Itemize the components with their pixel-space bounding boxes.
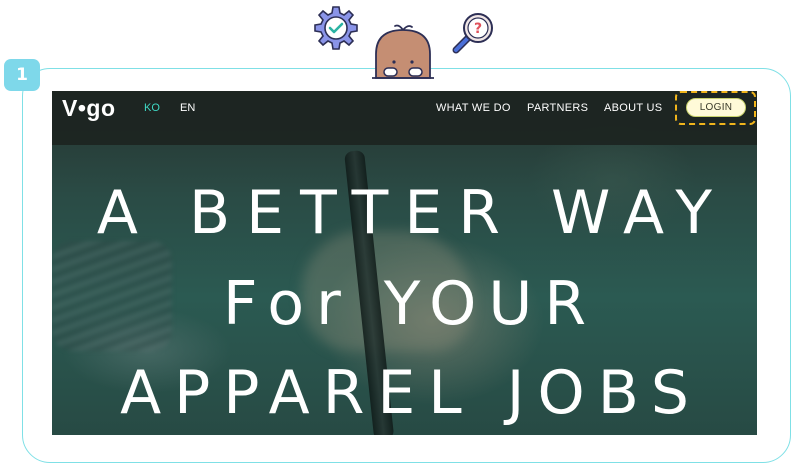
gear-check-icon: [314, 6, 358, 50]
hero-line-2: For YOUR: [222, 269, 599, 339]
mascot-icon: [372, 24, 434, 79]
top-nav: V•go KO EN WHAT WE DO PARTNERS ABOUT US …: [52, 91, 757, 145]
nav-link-partners[interactable]: PARTNERS: [527, 102, 588, 114]
nav-link-about-us[interactable]: ABOUT US: [604, 102, 662, 114]
language-en[interactable]: EN: [180, 102, 195, 114]
hero-line-3: APPAREL JOBS: [120, 358, 702, 428]
login-button[interactable]: LOGIN: [686, 98, 746, 117]
svg-text:?: ?: [474, 21, 482, 37]
hero-line-1: A BETTER WAY: [96, 178, 729, 248]
nav-link-what-we-do[interactable]: WHAT WE DO: [436, 102, 511, 114]
site-logo[interactable]: V•go: [62, 93, 116, 123]
language-ko[interactable]: KO: [144, 102, 160, 114]
website-screenshot: V•go KO EN WHAT WE DO PARTNERS ABOUT US …: [52, 91, 757, 435]
step-badge: 1: [4, 59, 40, 91]
magnifier-question-icon: ?: [452, 13, 493, 54]
